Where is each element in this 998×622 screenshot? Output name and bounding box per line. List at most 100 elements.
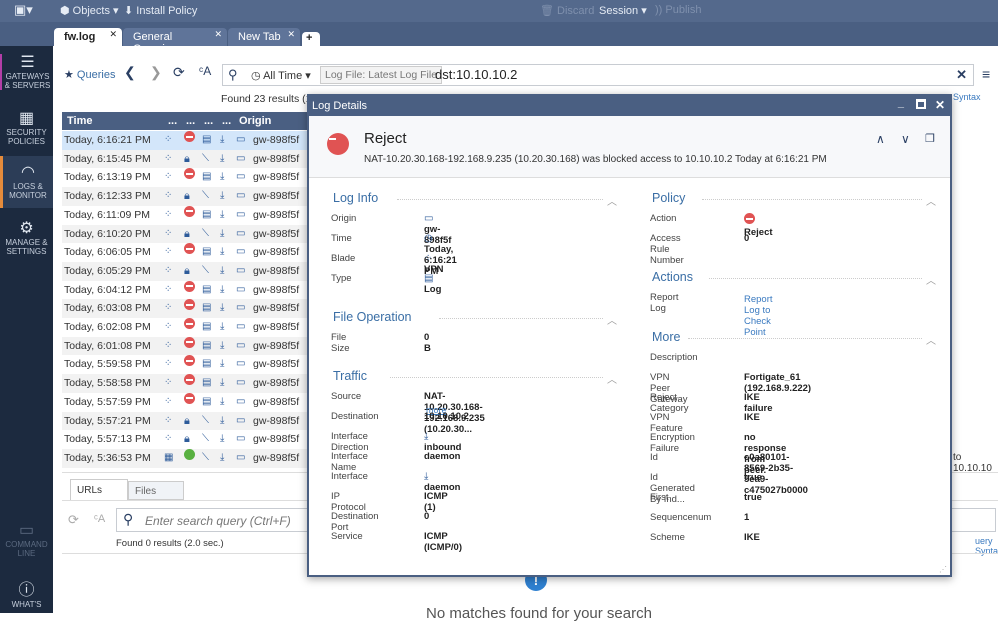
tab-files[interactable]: Files xyxy=(128,481,184,500)
column-action[interactable]: ... xyxy=(186,115,195,127)
collapse-icon[interactable]: ︿ xyxy=(926,272,936,287)
log-type-icon: ▤ xyxy=(202,321,212,332)
vpn-blade-icon: ⁘ xyxy=(164,190,173,202)
refresh-icon[interactable]: ⟳ xyxy=(173,64,185,81)
next-log-icon[interactable]: ∨ xyxy=(901,132,910,146)
table-row[interactable]: Today, 6:03:08 PM ⁘ ▤ ⤓ ▭ gw-898f5f xyxy=(62,299,308,318)
collapse-icon[interactable]: ︿ xyxy=(607,371,617,386)
table-row[interactable]: Today, 5:57:59 PM ⁘ ▤ ⤓ ▭ gw-898f5f xyxy=(62,392,308,412)
objects-menu[interactable]: ⬢ Objects ▾ xyxy=(60,4,119,17)
table-row[interactable]: Today, 5:36:53 PM ▦ ⟍ ⤓ ▭ gw-898f5f xyxy=(62,448,308,468)
forward-button[interactable]: ❯ xyxy=(150,64,162,81)
table-row[interactable]: Today, 6:10:20 PM ⁘ 🔒︎ ⟍ ⤓ ▭ gw-898f5f xyxy=(62,224,308,244)
row-origin: gw-898f5f xyxy=(253,395,300,408)
session-menu[interactable]: Session ▾ xyxy=(599,4,647,17)
sidebar-item-logs-monitor[interactable]: ◠ LOGS & MONITOR xyxy=(0,156,53,208)
sidebar-item-security-policies[interactable]: ▦ SECURITY POLICIES xyxy=(0,110,53,146)
connection-icon: ⟍ xyxy=(202,414,209,426)
gateway-icon: ▭ xyxy=(236,208,246,220)
row-time: Today, 6:13:19 PM xyxy=(64,171,151,184)
inbound-icon: ⤓ xyxy=(220,395,225,407)
close-icon[interactable]: ✕ xyxy=(214,29,222,40)
table-row[interactable]: Today, 5:57:21 PM ⁘ 🔒︎ ⟍ ⤓ ▭ gw-898f5f xyxy=(62,411,308,431)
table-row[interactable]: Today, 6:15:45 PM ⁘ 🔒︎ ⟍ ⤓ ▭ gw-898f5f xyxy=(62,149,308,169)
table-row[interactable]: Today, 6:12:33 PM ⁘ 🔒︎ ⟍ ⤓ ▭ gw-898f5f xyxy=(62,187,308,206)
table-row[interactable]: Today, 6:06:05 PM ⁘ ▤ ⤓ ▭ gw-898f5f xyxy=(62,243,308,262)
menu-icon[interactable]: ≡ xyxy=(982,66,990,82)
sidebar-item-gateways[interactable]: ☰ GATEWAYS & SERVERS xyxy=(0,54,53,90)
column-direction[interactable]: ... xyxy=(222,115,231,127)
table-row[interactable]: Today, 6:05:29 PM ⁘ 🔒︎ ⟍ ⤓ ▭ gw-898f5f xyxy=(62,261,308,281)
reject-icon xyxy=(184,243,195,255)
refresh-icon[interactable]: ⟳ xyxy=(68,512,79,528)
previous-log-icon[interactable]: ∧ xyxy=(876,132,885,146)
sidebar-item-whats-new[interactable]: ⓘ WHAT'S xyxy=(0,582,53,609)
table-row[interactable]: Today, 5:58:58 PM ⁘ ▤ ⤓ ▭ gw-898f5f xyxy=(62,374,308,393)
time-filter-dropdown[interactable]: ◷ All Time ▾ xyxy=(251,69,311,82)
section-actions: Actions xyxy=(652,270,942,284)
query-input[interactable]: dst:10.10.10.2 xyxy=(435,67,517,82)
field-label: Destination xyxy=(331,411,379,422)
row-origin: gw-898f5f xyxy=(253,208,300,221)
gateway-icon: ▭ xyxy=(236,190,246,202)
publish-button[interactable]: )) Publish xyxy=(655,4,701,16)
gateway-icon: ▭ xyxy=(236,395,246,407)
gateway-icon: ▭ xyxy=(236,302,246,314)
close-icon[interactable]: ✕ xyxy=(109,29,117,40)
table-row[interactable]: Today, 6:13:19 PM ⁘ ▤ ⤓ ▭ gw-898f5f xyxy=(62,168,308,187)
vpn-blade-icon: ⁘ xyxy=(164,171,173,183)
log-type-icon: ▤ xyxy=(202,395,212,407)
reject-icon xyxy=(184,374,195,386)
row-time: Today, 5:59:58 PM xyxy=(64,358,151,371)
collapse-icon[interactable]: ︿ xyxy=(926,332,936,347)
inbound-icon: ⤓ xyxy=(220,414,225,426)
sidebar-item-command-line[interactable]: ▭ COMMAND LINE xyxy=(0,522,53,558)
tab-fw-log[interactable]: fw.log ✕ xyxy=(54,28,122,46)
case-search-icon[interactable]: ᶜA xyxy=(94,513,105,525)
column-blade[interactable]: ... xyxy=(168,115,177,127)
table-row[interactable]: Today, 6:16:21 PM ⁘ ▤ ⤓ ▭ gw-898f5f xyxy=(62,131,308,150)
inbound-icon: ⤓ xyxy=(220,134,225,145)
new-tab-button[interactable]: + xyxy=(302,32,320,46)
column-origin[interactable]: Origin xyxy=(239,115,271,127)
vpn-blade-icon: ⁘ xyxy=(164,302,173,314)
minimize-icon[interactable]: _ xyxy=(898,97,904,109)
back-button[interactable]: ❮ xyxy=(124,64,136,81)
table-row[interactable]: Today, 5:59:58 PM ⁘ ▤ ⤓ ▭ gw-898f5f xyxy=(62,355,308,374)
dialog-titlebar[interactable]: Log Details _ ✕ xyxy=(309,96,950,116)
maximize-icon[interactable] xyxy=(916,99,926,109)
discard-button[interactable]: 🗑 Discard xyxy=(540,4,594,17)
close-icon[interactable]: ✕ xyxy=(935,98,945,112)
query-syntax-link[interactable]: Syntax xyxy=(953,92,981,102)
log-type-icon: ▤ xyxy=(202,246,212,258)
log-summary: Reject NAT-10.20.30.168-192.168.9.235 (1… xyxy=(309,116,950,178)
collapse-icon[interactable]: ︿ xyxy=(607,193,617,208)
tab-general-overview[interactable]: General Overview ✕ xyxy=(123,28,227,55)
table-row[interactable]: Today, 5:57:13 PM ⁘ 🔒︎ ⟍ ⤓ ▭ gw-898f5f xyxy=(62,430,308,449)
gateway-icon: ▭ xyxy=(236,227,246,239)
lock-icon: 🔒︎ xyxy=(184,152,190,165)
field-label: Blade xyxy=(331,253,356,264)
sidebar-item-manage-settings[interactable]: ⚙ MANAGE & SETTINGS xyxy=(0,220,53,256)
collapse-icon[interactable]: ︿ xyxy=(607,312,617,327)
tab-urls[interactable]: URLs xyxy=(70,479,128,500)
column-time[interactable]: Time xyxy=(67,115,92,127)
table-row[interactable]: Today, 6:02:08 PM ⁘ ▤ ⤓ ▭ gw-898f5f xyxy=(62,318,308,337)
case-search-icon[interactable]: ᶜA xyxy=(199,64,211,78)
table-row[interactable]: Today, 6:01:08 PM ⁘ ▤ ⤓ ▭ gw-898f5f xyxy=(62,336,308,356)
queries-button[interactable]: ★ Queries xyxy=(64,68,115,81)
log-file-selector[interactable]: Log File: Latest Log File xyxy=(320,66,443,84)
table-row[interactable]: Today, 6:11:09 PM ⁘ ▤ ⤓ ▭ gw-898f5f xyxy=(62,205,308,225)
resize-grip-icon[interactable]: ⋰ xyxy=(939,565,947,574)
field-value: 0 B xyxy=(424,332,431,354)
tab-new-tab[interactable]: New Tab ✕ xyxy=(228,28,300,46)
app-menu-icon[interactable]: ▣▾ xyxy=(14,2,33,18)
collapse-icon[interactable]: ︿ xyxy=(926,193,936,208)
column-type[interactable]: ... xyxy=(204,115,213,127)
close-icon[interactable]: ✕ xyxy=(287,29,295,40)
install-policy-button[interactable]: ⬇ Install Policy xyxy=(124,4,197,17)
clear-query-icon[interactable]: ✕ xyxy=(956,67,967,83)
table-row[interactable]: Today, 6:04:12 PM ⁘ ▤ ⤓ ▭ gw-898f5f xyxy=(62,280,308,300)
copy-icon[interactable]: ❐ xyxy=(925,132,935,145)
vpn-blade-icon: ⁘ xyxy=(164,377,173,389)
